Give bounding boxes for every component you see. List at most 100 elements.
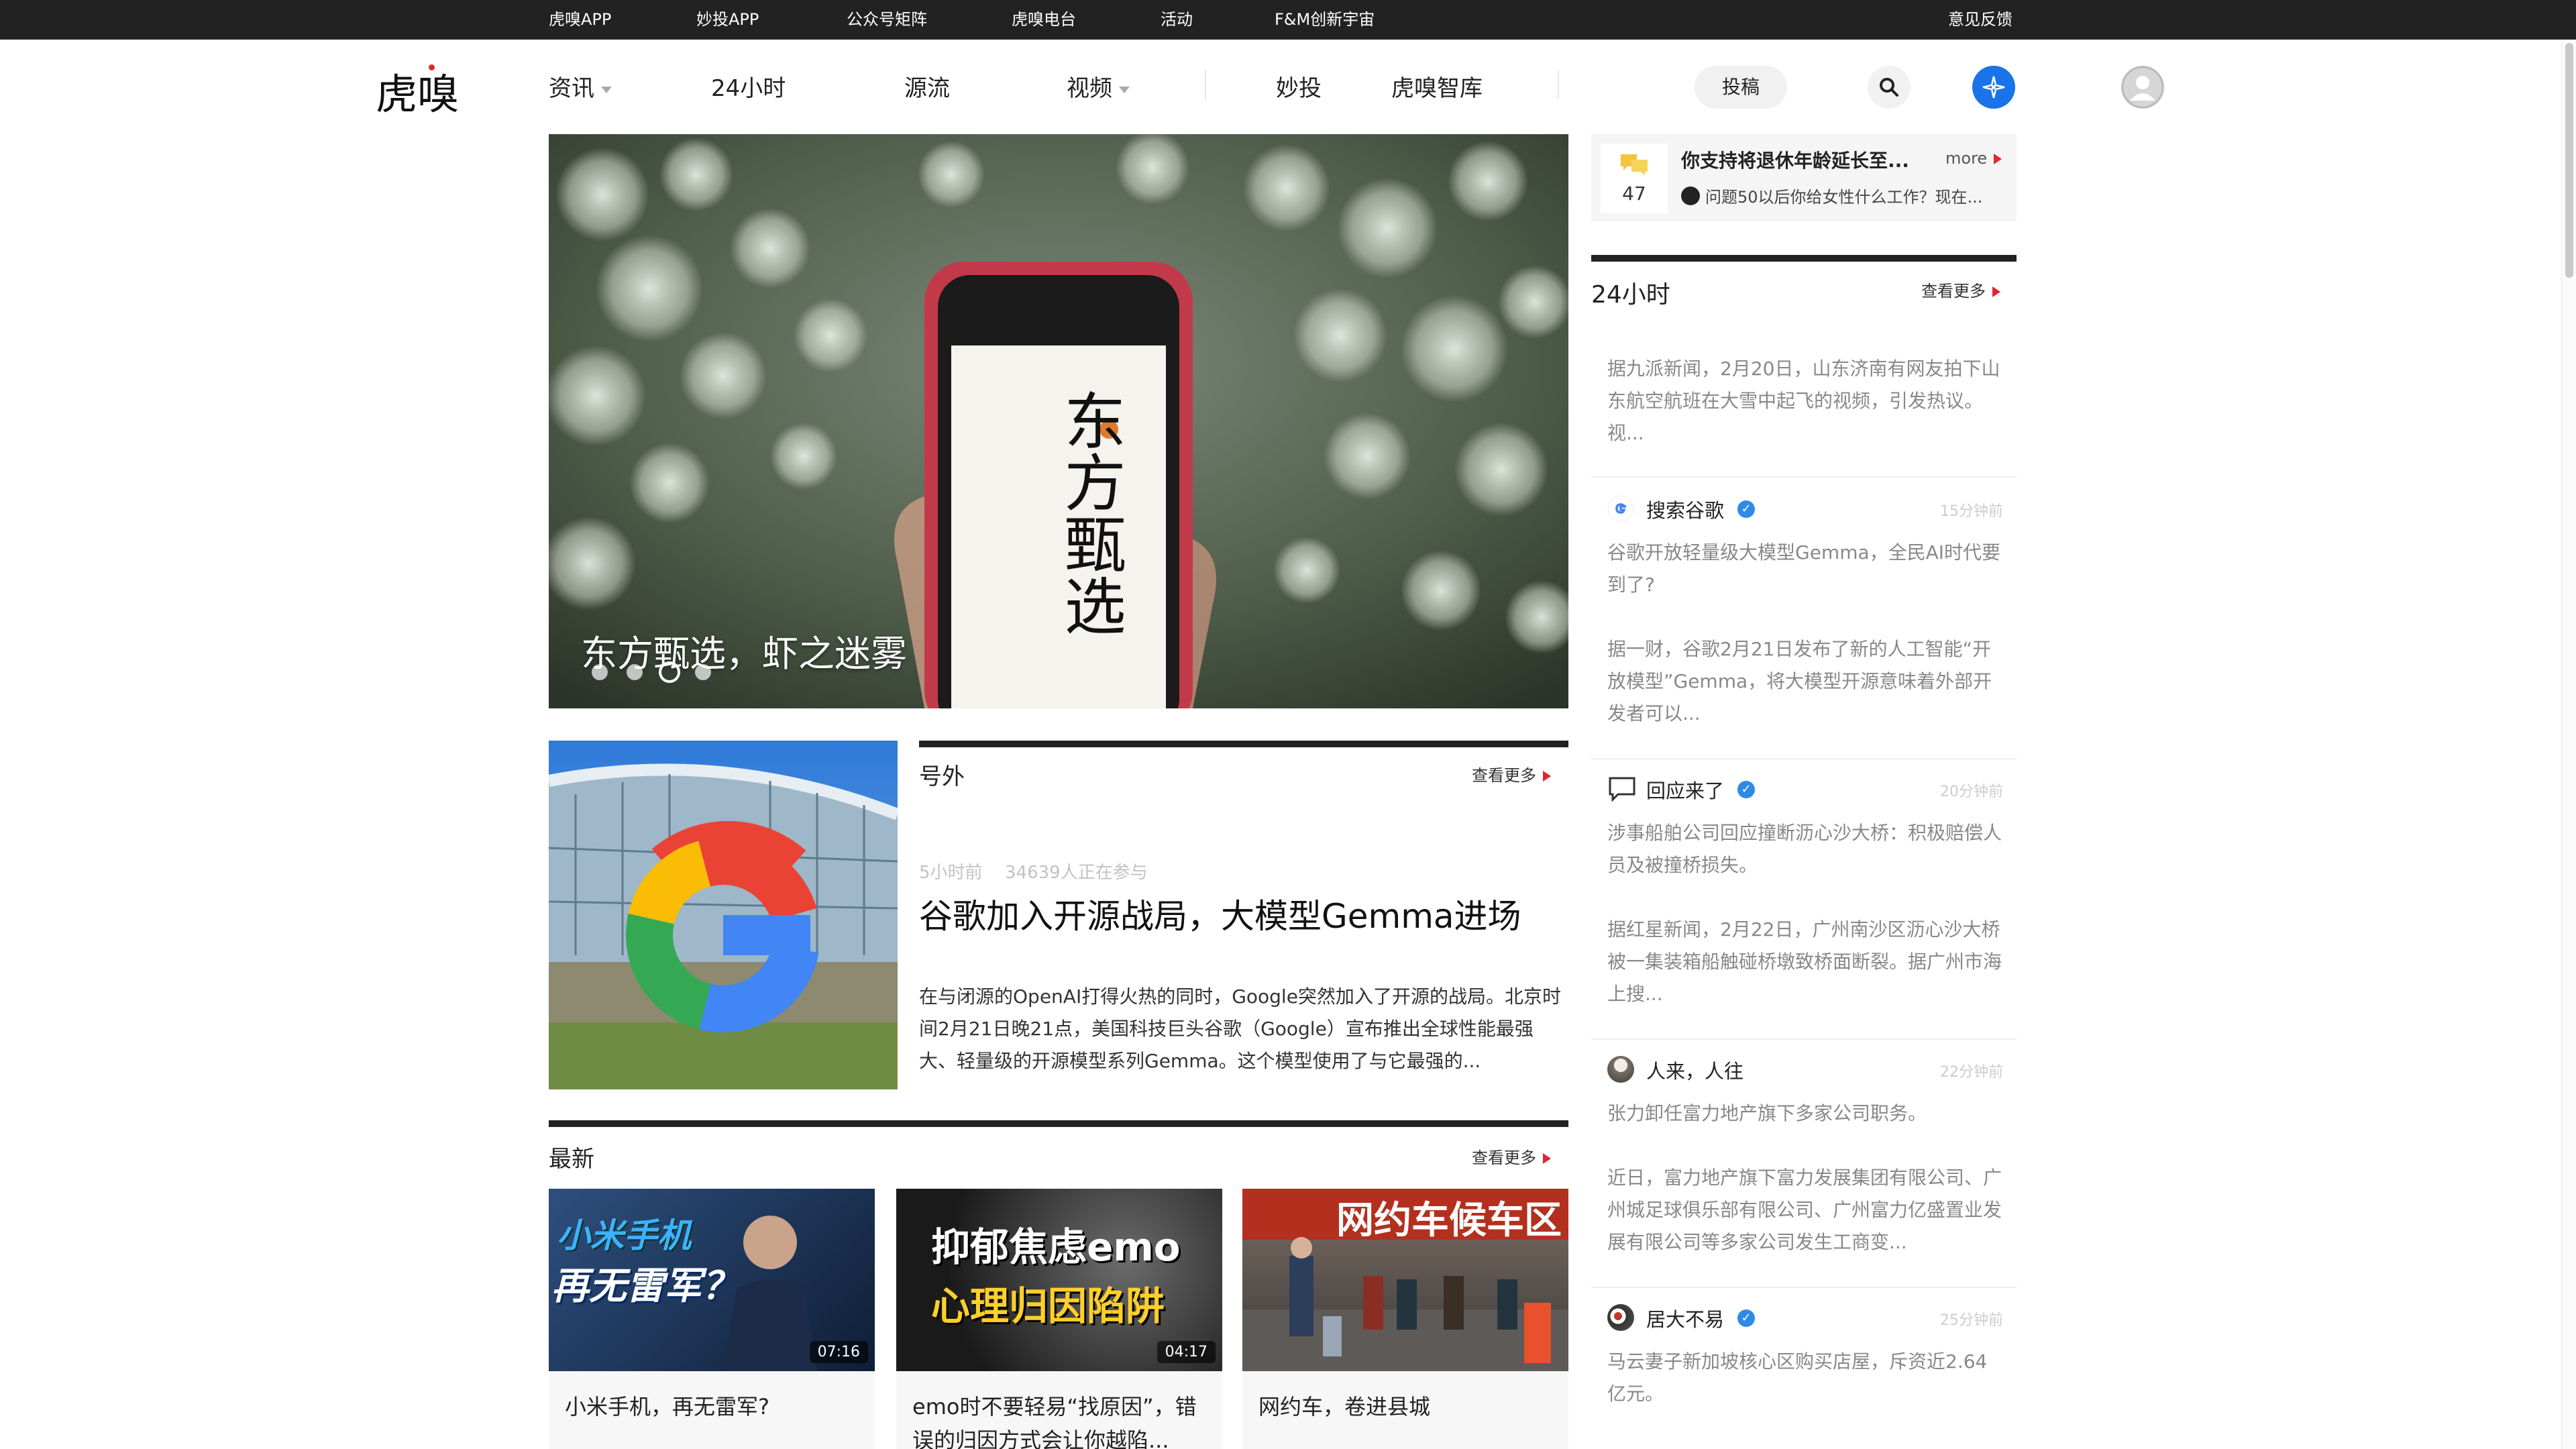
feed-item-header[interactable]: 搜索谷歌 ✓ 15分钟前 — [1607, 492, 2003, 526]
arrow-right-icon — [1543, 1153, 1551, 1164]
thumb-overlay-text: 小米手机 — [557, 1216, 691, 1255]
article-thumbnail: 网约车候车区 — [1242, 1189, 1568, 1371]
question-title[interactable]: 你支持将退休年龄延长至... — [1681, 146, 1909, 173]
search-button[interactable] — [1868, 66, 1911, 109]
hero-carousel[interactable]: 东方甄选 东方甄选，虾之迷雾 — [549, 134, 1568, 708]
feed-divider — [1591, 1038, 2017, 1040]
feed-time: 20分钟前 — [1940, 784, 2003, 800]
logo-dot — [429, 64, 435, 70]
video-title: 小米手机，再无雷军? — [565, 1394, 769, 1419]
section-title-latest: 最新 — [549, 1146, 594, 1173]
thumb-overlay-text: 再无雷军？ — [551, 1265, 739, 1308]
section-rule — [1591, 255, 2017, 262]
top-bar: 虎嗅APP 妙投APP 公众号矩阵 虎嗅电台 活动 F&M创新宇宙 意见反馈 — [0, 0, 2576, 40]
submit-button[interactable]: 投稿 — [1695, 66, 1787, 109]
nav-divider — [1205, 70, 1206, 99]
extra-summary: 在与闭源的OpenAI打得火热的同时，Google突然加入了开源的战局。北京时间… — [919, 985, 1561, 1072]
feed-body: 据一财，谷歌2月21日发布了新的人工智能“开放模型”Gemma，将大模型开源意味… — [1607, 638, 1992, 724]
scrollbar-thumb[interactable] — [2565, 43, 2573, 278]
people-icon — [1607, 1056, 1634, 1083]
arrow-right-icon — [1994, 154, 2002, 164]
chat-bubble-icon — [1621, 154, 1648, 176]
article-card[interactable]: 网约车候车区 网约车，卷进县城 — [1242, 1189, 1568, 1449]
extra-headline[interactable]: 谷歌加入开源战局，大模型Gemma进场 — [919, 890, 1521, 938]
verified-icon: ✓ — [1737, 500, 1755, 518]
extra-thumbnail[interactable] — [549, 741, 898, 1089]
topbar-link-miaotou-app[interactable]: 妙投APP — [696, 0, 759, 40]
feed-author: 人来，人往 — [1646, 1060, 1744, 1083]
feed-more-link[interactable]: 查看更多 — [1921, 278, 2000, 301]
video-duration: 07:16 — [809, 1341, 868, 1363]
question-count: 47 — [1622, 182, 1646, 205]
feed-time: 15分钟前 — [1940, 503, 2003, 520]
thumb-overlay-text: 抑郁焦虑emo — [931, 1224, 1181, 1270]
nav-video[interactable]: 视频 — [1067, 70, 1130, 103]
avatar[interactable] — [2121, 66, 2164, 109]
verified-icon: ✓ — [1737, 781, 1755, 798]
feed-body: 据红星新闻，2月22日，广州南沙区沥心沙大桥被一集装箱船触碰桥墩致桥面断裂。据广… — [1607, 918, 2002, 1005]
topbar-link-events[interactable]: 活动 — [1161, 0, 1193, 40]
chevron-down-icon — [1119, 86, 1130, 93]
thumb-overlay-text: 心理归因陷阱 — [931, 1283, 1165, 1329]
ai-assistant-button[interactable] — [1972, 66, 2015, 109]
nav-miaotou[interactable]: 妙投 — [1276, 70, 1322, 103]
nav-divider — [1558, 70, 1559, 99]
hero-phone-text: 东方甄选 — [1054, 389, 1126, 636]
feed-headline[interactable]: 马云妻子新加坡核心区购买店屋，斥资近2.64亿元。 — [1607, 1346, 2003, 1410]
logo[interactable]: 虎嗅 — [376, 60, 459, 121]
carousel-dot[interactable] — [592, 664, 608, 680]
nav-think-tank[interactable]: 虎嗅智库 — [1391, 70, 1483, 103]
topbar-link-radio[interactable]: 虎嗅电台 — [1012, 0, 1076, 40]
video-thumbnail: 小米手机 再无雷军？ 07:16 — [549, 1189, 875, 1371]
latest-more-link[interactable]: 查看更多 — [1472, 1144, 1551, 1168]
verified-icon: ✓ — [1737, 1309, 1755, 1327]
extra-readers: 34639人正在参与 — [1005, 863, 1148, 883]
speech-bubble-icon — [1609, 777, 1635, 802]
user-icon — [2121, 66, 2164, 109]
carousel-dot[interactable] — [627, 664, 643, 680]
feed-body: 近日，富力地产旗下富力发展集团有限公司、广州城足球俱乐部有限公司、广州富力亿盛置… — [1607, 1167, 2002, 1253]
feedback-link[interactable]: 意见反馈 — [1948, 0, 2012, 40]
question-box[interactable]: 47 你支持将退休年龄延长至... more 问题50以后你给女性什么工作？现在… — [1591, 134, 2017, 221]
feed-divider — [1591, 758, 2017, 759]
video-card[interactable]: 小米手机 再无雷军？ 07:16 小米手机，再无雷军? — [549, 1189, 875, 1449]
feed-headline[interactable]: 谷歌开放轻量级大模型Gemma，全民AI时代要到了? — [1607, 537, 2003, 601]
feed-item-header[interactable]: 回应来了 ✓ 20分钟前 — [1607, 773, 2003, 806]
section-title-extra: 号外 — [919, 763, 965, 790]
extra-time: 5小时前 — [919, 863, 983, 883]
extra-more-link[interactable]: 查看更多 — [1472, 762, 1551, 786]
chevron-down-icon — [601, 86, 612, 93]
feed-divider — [1591, 1287, 2017, 1288]
question-count-box: 47 — [1601, 144, 1668, 213]
article-title: 网约车，卷进县城 — [1258, 1394, 1431, 1419]
sparkle-icon — [1982, 76, 2005, 99]
video-thumbnail: 抑郁焦虑emo 心理归因陷阱 04:17 — [896, 1189, 1222, 1371]
carousel-dot-active[interactable] — [659, 661, 680, 683]
arrow-right-icon — [1543, 771, 1551, 782]
video-card[interactable]: 抑郁焦虑emo 心理归因陷阱 04:17 emo时不要轻易“找原因”，错误的归因… — [896, 1189, 1222, 1449]
carousel-dot[interactable] — [695, 664, 711, 680]
section-rule — [919, 741, 1568, 747]
feed-item-header[interactable]: 居大不易 ✓ 25分钟前 — [1607, 1301, 2003, 1335]
feed-headline[interactable]: 张力卸任富力地产旗下多家公司职务。 — [1607, 1097, 2003, 1130]
topbar-link-huxiu-app[interactable]: 虎嗅APP — [549, 0, 611, 40]
nav-24h[interactable]: 24小时 — [711, 70, 786, 103]
video-title: emo时不要轻易“找原因”，错误的归因方式会让你越陷... — [912, 1394, 1197, 1449]
feed-author: 居大不易 — [1646, 1308, 1725, 1331]
thumb-overlay-text: 网约车候车区 — [1336, 1199, 1562, 1242]
feed-divider — [1591, 476, 2017, 478]
question-subtitle: 问题50以后你给女性什么工作？现在... — [1705, 188, 1983, 207]
google-sign-image — [549, 741, 898, 1089]
google-icon — [1607, 495, 1634, 522]
nav-news[interactable]: 资讯 — [549, 70, 612, 103]
nav-yuanliu[interactable]: 源流 — [904, 70, 950, 103]
feed-time: 25分钟前 — [1940, 1312, 2003, 1329]
topbar-link-wechat-matrix[interactable]: 公众号矩阵 — [847, 0, 927, 40]
question-more-link[interactable]: more — [1945, 149, 2002, 168]
scrollbar-track[interactable] — [2561, 40, 2576, 1449]
feed-headline[interactable]: 涉事船舶公司回应撞断沥心沙大桥：积极赔偿人员及被撞桥损失。 — [1607, 817, 2003, 881]
feed-item-header[interactable]: 人来，人往 22分钟前 — [1607, 1053, 2003, 1087]
topbar-link-fm-universe[interactable]: F&M创新宇宙 — [1275, 0, 1375, 40]
section-rule — [549, 1120, 1568, 1127]
feed-item-text[interactable]: 据九派新闻，2月20日，山东济南有网友拍下山东航空航班在大雪中起飞的视频，引发热… — [1607, 353, 2003, 449]
